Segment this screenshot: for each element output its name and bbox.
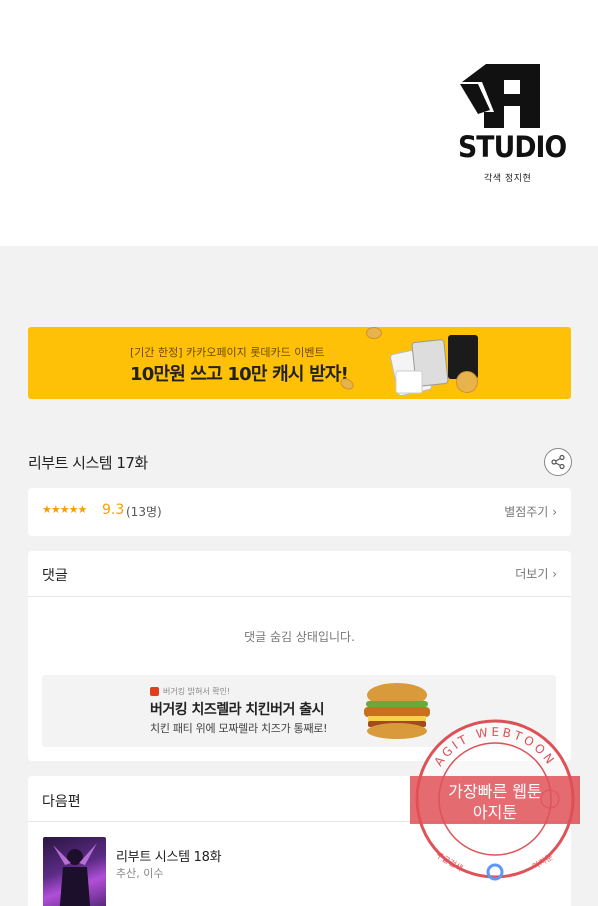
rating-count: (13명) <box>126 505 162 519</box>
rate-label: 별점주기 <box>504 505 549 519</box>
coin-icon <box>338 376 356 392</box>
share-button[interactable] <box>544 448 572 476</box>
chevron-right-icon: › <box>552 505 557 519</box>
rating-score: 9.3 <box>102 502 125 518</box>
studio-name: STUDIO <box>458 130 567 164</box>
rating-stars-icon: ★★★★★ <box>42 503 87 516</box>
chevron-right-icon: › <box>552 567 557 581</box>
coin-icon <box>366 327 382 339</box>
comments-title: 댓글 <box>42 568 68 584</box>
studio-logo: STUDIO 각색 정지현 <box>452 56 568 191</box>
studio-mark-icon <box>460 64 540 128</box>
svg-text:아지툰: 아지툰 <box>473 803 517 822</box>
banner-main-text: 10만원 쓰고 10만 캐시 받자! <box>130 364 349 385</box>
ad-badge: 버거킹 밝혀서 확인! <box>150 686 230 697</box>
cover-panel: STUDIO 각색 정지현 <box>0 0 598 246</box>
burger-king-logo-icon <box>150 687 159 696</box>
ad-title: 버거킹 치즈렐라 치킨버거 출시 <box>150 702 325 718</box>
divider <box>28 596 571 597</box>
coin-icon <box>456 371 478 393</box>
event-banner[interactable]: [기간 한정] 카카오페이지 롯데카드 이벤트 10만원 쓰고 10만 캐시 받… <box>28 327 571 399</box>
next-section-title: 다음편 <box>42 794 81 810</box>
next-episode-title: 리부트 시스템 18화 <box>116 850 222 865</box>
more-label: 더보기 <box>515 567 549 581</box>
episode-title: 리부트 시스템 17화 <box>28 454 148 472</box>
rating-card: ★★★★★ 9.3 (13명) 별점주기 › <box>28 488 571 536</box>
comments-more-button[interactable]: 더보기 › <box>515 565 557 582</box>
share-icon <box>551 454 565 470</box>
next-episode-authors: 추산, 이수 <box>116 867 164 880</box>
watermark-stamp: AGIT WEBTOON 가장빠른 웹툰 아지툰 구글검색 아지툰 <box>410 714 580 884</box>
comments-hidden-message: 댓글 숨김 상태입니다. <box>244 630 355 644</box>
studio-credit: 각색 정지현 <box>484 174 532 184</box>
ad-subtitle: 치킨 패티 위에 모짜렐라 치즈가 통째로! <box>150 722 328 735</box>
ad-badge-text: 버거킹 밝혀서 확인! <box>163 687 231 696</box>
rate-button[interactable]: 별점주기 › <box>504 503 557 520</box>
banner-top-text: [기간 한정] 카카오페이지 롯데카드 이벤트 <box>130 346 325 359</box>
next-episode-thumbnail <box>43 837 106 906</box>
svg-text:가장빠른 웹툰: 가장빠른 웹툰 <box>448 782 541 801</box>
